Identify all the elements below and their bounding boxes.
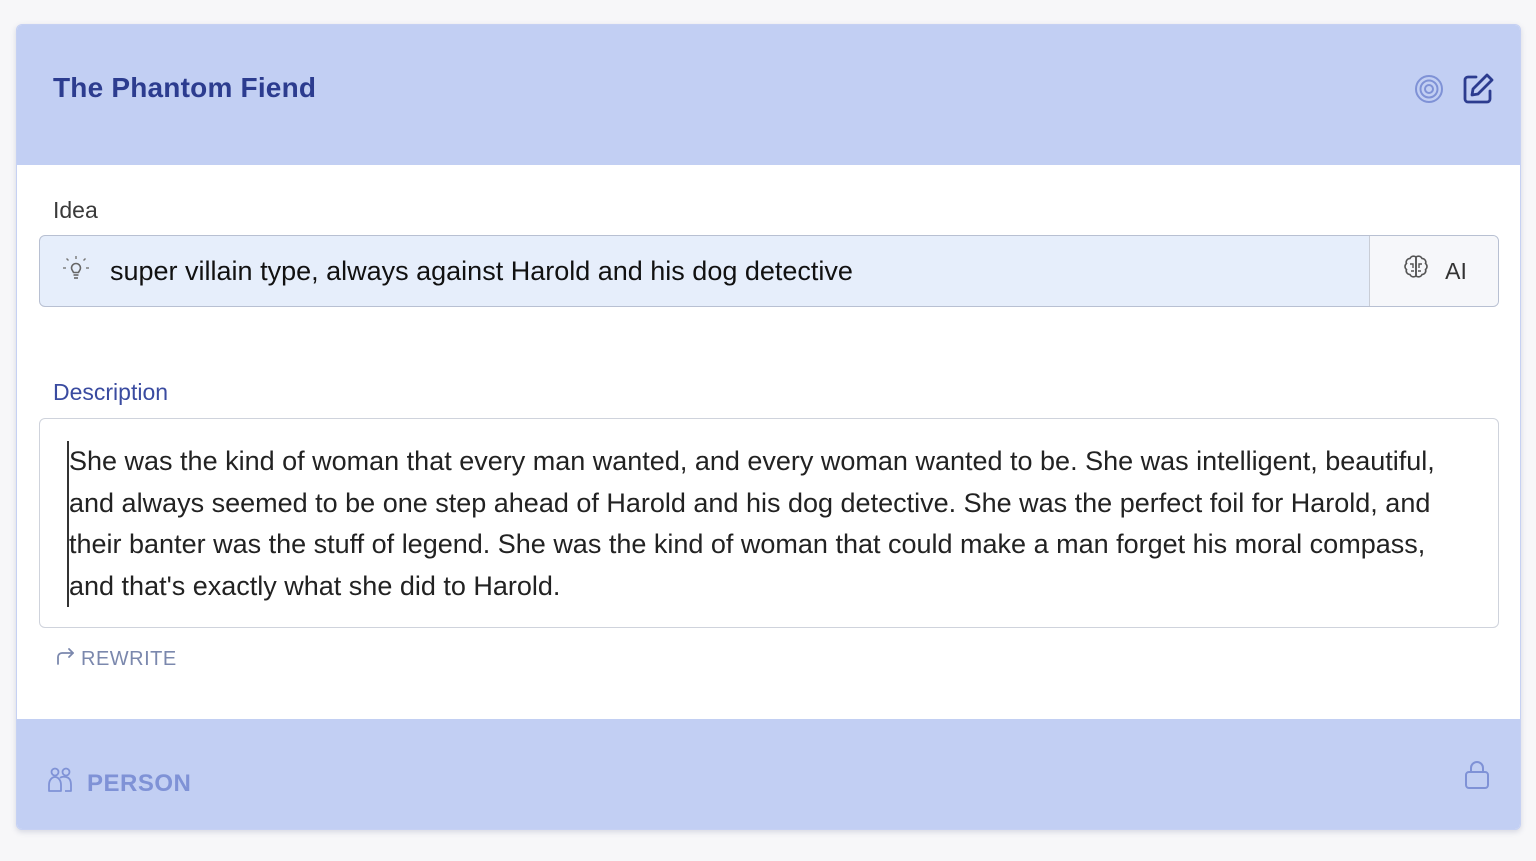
description-label: Description — [53, 379, 169, 405]
redo-arrow-icon — [55, 645, 77, 673]
rewrite-label: REWRITE — [81, 647, 177, 670]
idea-label: Idea — [53, 197, 98, 223]
description-textarea[interactable]: She was the kind of woman that every man… — [39, 418, 1499, 628]
entity-type: PERSON — [45, 765, 191, 802]
card-header: The Phantom Fiend — [17, 25, 1520, 165]
brain-icon — [1401, 253, 1431, 289]
idea-input-wrapper — [40, 236, 1369, 306]
entity-type-label: PERSON — [87, 769, 192, 797]
people-icon — [45, 765, 75, 802]
idea-input[interactable] — [108, 254, 1312, 288]
rewrite-button[interactable]: REWRITE — [55, 645, 177, 673]
ai-button[interactable]: AI — [1369, 236, 1498, 306]
lightbulb-icon — [60, 253, 92, 290]
character-card: The Phantom Fiend Idea super villain typ… — [16, 24, 1521, 830]
header-actions — [1414, 71, 1496, 107]
lock-icon[interactable] — [1462, 759, 1492, 791]
card-footer: PERSON — [17, 719, 1520, 829]
ai-button-label: AI — [1445, 257, 1467, 284]
card-title: The Phantom Fiend — [53, 72, 317, 103]
description-text: She was the kind of woman that every man… — [67, 441, 1470, 607]
idea-field: AI — [39, 235, 1499, 307]
target-icon[interactable] — [1414, 74, 1444, 104]
edit-icon[interactable] — [1460, 71, 1496, 107]
